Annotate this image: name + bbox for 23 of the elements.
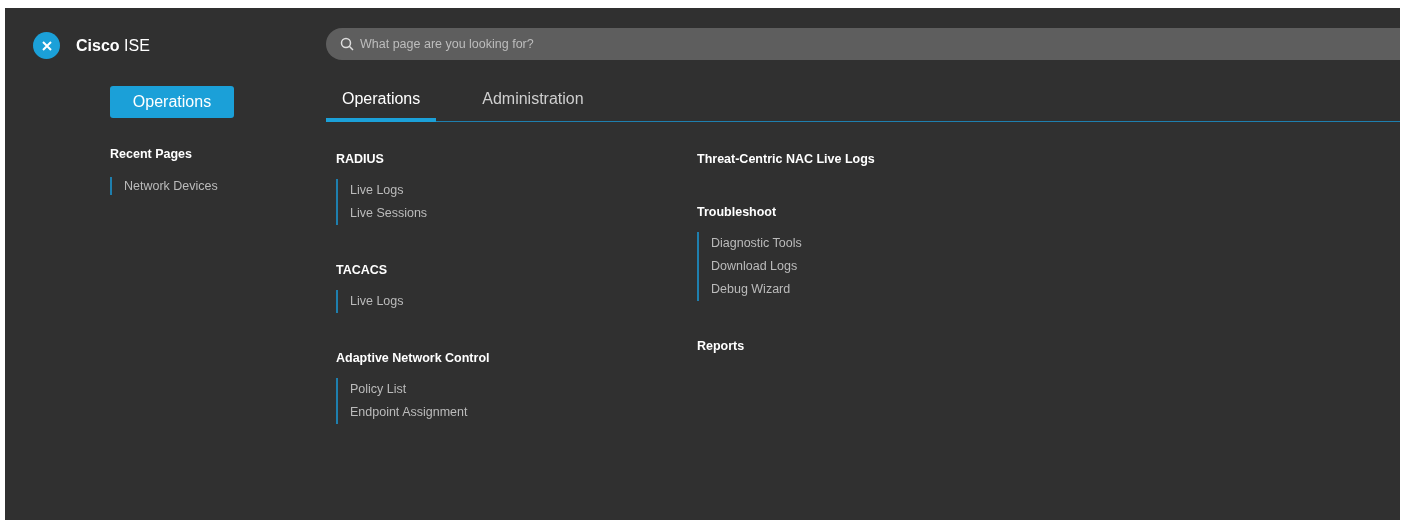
- menu-link[interactable]: Live Logs: [350, 179, 697, 202]
- menu-link[interactable]: Download Logs: [711, 255, 1058, 278]
- menu-link[interactable]: Policy List: [350, 378, 697, 401]
- menu-section-heading[interactable]: Troubleshoot: [697, 204, 1058, 220]
- search-icon: [340, 37, 354, 51]
- menu-link[interactable]: Live Sessions: [350, 202, 697, 225]
- menu-section-heading[interactable]: Threat-Centric NAC Live Logs: [697, 151, 1058, 167]
- tab[interactable]: Administration: [466, 80, 600, 122]
- menu-link[interactable]: Endpoint Assignment: [350, 401, 697, 424]
- menu-link[interactable]: Diagnostic Tools: [711, 232, 1058, 255]
- recent-page-link[interactable]: Network Devices: [124, 177, 326, 195]
- app-title: Cisco ISE: [76, 36, 150, 55]
- menu-section-heading[interactable]: TACACS: [336, 262, 697, 278]
- menu-link[interactable]: Live Logs: [350, 290, 697, 313]
- menu-section-heading[interactable]: Reports: [697, 338, 1058, 354]
- close-icon: [41, 40, 52, 51]
- search-field[interactable]: What page are you looking for?: [326, 28, 1400, 60]
- tab[interactable]: Operations: [326, 80, 437, 122]
- close-button[interactable]: [33, 32, 60, 59]
- menu-link[interactable]: Debug Wizard: [711, 278, 1058, 301]
- menu-section-heading[interactable]: RADIUS: [336, 151, 697, 167]
- recent-pages-heading: Recent Pages: [110, 147, 193, 161]
- menu-section-heading[interactable]: Adaptive Network Control: [336, 350, 697, 366]
